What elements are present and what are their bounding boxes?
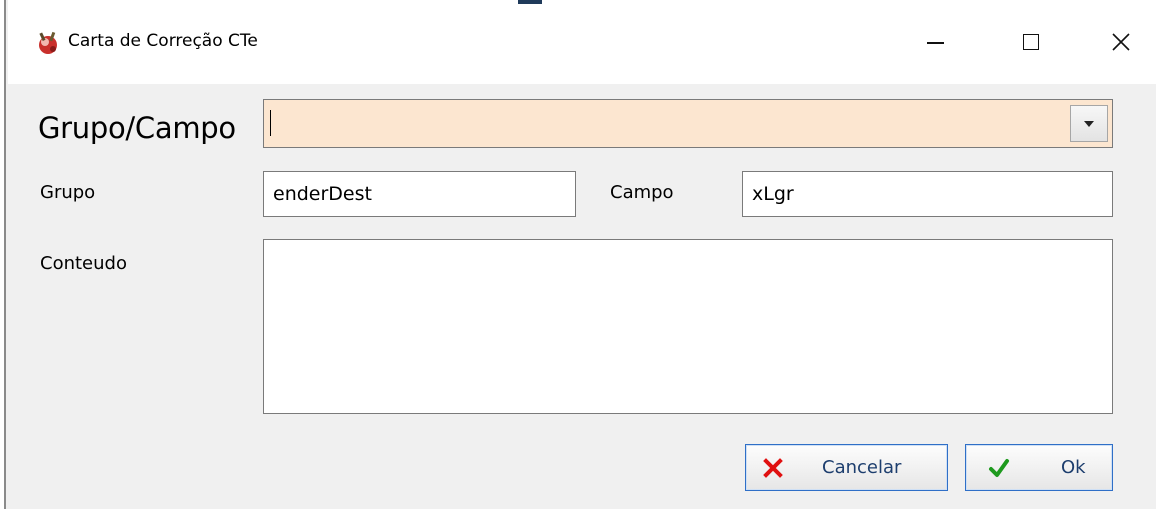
checkmark-icon	[989, 459, 1009, 477]
close-icon	[1112, 33, 1130, 51]
campo-input[interactable]: xLgr	[742, 171, 1113, 217]
ok-button-label: Ok	[1061, 457, 1086, 478]
cancel-button[interactable]: Cancelar	[745, 444, 948, 491]
campo-label: Campo	[610, 182, 674, 203]
minimize-icon	[926, 42, 944, 44]
grupo-campo-combobox[interactable]	[263, 99, 1113, 148]
close-button[interactable]	[1093, 18, 1149, 66]
dropdown-button[interactable]	[1070, 105, 1108, 142]
minimize-button[interactable]	[907, 18, 963, 66]
grupo-input[interactable]: enderDest	[263, 171, 576, 217]
dialog-window: Carta de Correção CTe Grupo/Campo Grupo …	[0, 0, 1156, 509]
maximize-icon	[1023, 34, 1039, 50]
conteudo-label: Conteudo	[40, 253, 127, 274]
chevron-down-icon	[1084, 120, 1094, 127]
ok-button[interactable]: Ok	[965, 444, 1113, 491]
grupo-label: Grupo	[40, 182, 96, 203]
x-icon	[763, 458, 783, 478]
window-title: Carta de Correção CTe	[68, 31, 258, 51]
cancel-button-label: Cancelar	[822, 457, 902, 478]
app-icon	[39, 31, 57, 54]
top-accent-bar	[518, 0, 542, 4]
title-bar[interactable]: Carta de Correção CTe	[8, 0, 1156, 84]
maximize-button[interactable]	[1003, 18, 1059, 66]
grupo-campo-label: Grupo/Campo	[38, 111, 236, 145]
text-caret	[270, 110, 271, 136]
conteudo-textarea[interactable]	[263, 239, 1113, 414]
window-left-edge	[0, 0, 6, 509]
